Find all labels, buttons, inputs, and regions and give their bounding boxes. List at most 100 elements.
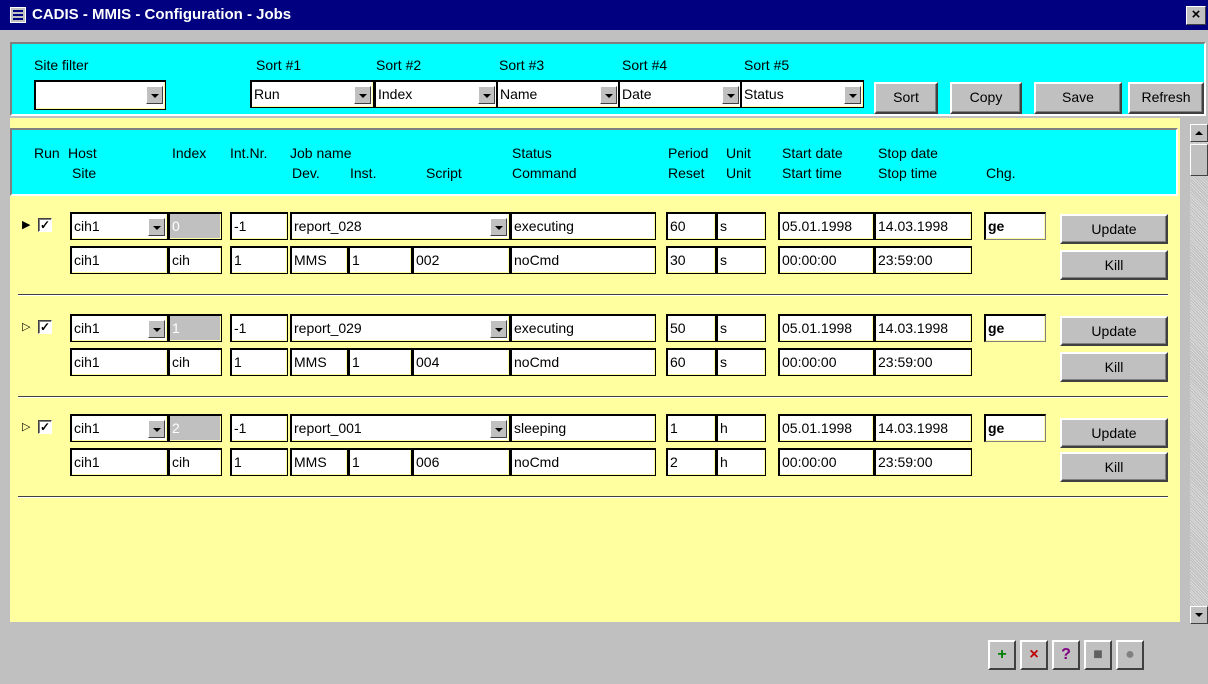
update-button[interactable]: Update [1060, 214, 1168, 244]
command-field[interactable]: noCmd [510, 448, 656, 476]
int-nr2-field[interactable]: 1 [230, 348, 288, 376]
site-code-field[interactable]: cih [168, 246, 222, 274]
int-nr2-field[interactable]: 1 [230, 448, 288, 476]
col-script: Script [426, 165, 462, 181]
start-date-field[interactable]: 05.01.1998 [778, 212, 874, 240]
reset-unit-field[interactable]: s [716, 246, 766, 274]
scroll-thumb[interactable] [1190, 144, 1208, 176]
scroll-up-icon[interactable] [1190, 124, 1208, 142]
job-name-select[interactable]: report_029 [290, 314, 510, 342]
vertical-scrollbar[interactable] [1190, 124, 1208, 624]
stop-time-field[interactable]: 23:59:00 [874, 448, 972, 476]
sort4-select[interactable]: Date [618, 80, 742, 108]
run-checkbox[interactable]: ✓ [38, 420, 52, 434]
period-unit-field[interactable]: s [716, 212, 766, 240]
col-reset-unit: Unit [726, 165, 751, 181]
dev-field[interactable]: MMS [290, 448, 348, 476]
stop-time-field[interactable]: 23:59:00 [874, 246, 972, 274]
stop-date-field[interactable]: 14.03.1998 [874, 212, 972, 240]
kill-button[interactable]: Kill [1060, 352, 1168, 382]
host-select[interactable]: cih1 [70, 212, 168, 240]
stop-icon[interactable]: ■ [1084, 640, 1112, 670]
dev-field[interactable]: MMS [290, 246, 348, 274]
command-field[interactable]: noCmd [510, 246, 656, 274]
site-code-field[interactable]: cih [168, 448, 222, 476]
sort4-label: Sort #4 [622, 57, 668, 73]
inst-field[interactable]: 1 [348, 246, 412, 274]
script-field[interactable]: 004 [412, 348, 510, 376]
host-select[interactable]: cih1 [70, 414, 168, 442]
row-separator [18, 496, 1168, 498]
job-name-select[interactable]: report_028 [290, 212, 510, 240]
update-button[interactable]: Update [1060, 316, 1168, 346]
chg-field[interactable]: ge [984, 314, 1046, 342]
start-time-field[interactable]: 00:00:00 [778, 448, 874, 476]
int-nr2-field[interactable]: 1 [230, 246, 288, 274]
site-code-field[interactable]: cih [168, 348, 222, 376]
reset-field[interactable]: 60 [666, 348, 716, 376]
site-field[interactable]: cih1 [70, 246, 168, 274]
copy-button[interactable]: Copy [950, 82, 1022, 114]
title-bar: CADIS - MMIS - Configuration - Jobs × [0, 0, 1208, 30]
chg-field[interactable]: ge [984, 414, 1046, 442]
start-time-field[interactable]: 00:00:00 [778, 246, 874, 274]
inst-field[interactable]: 1 [348, 348, 412, 376]
sort5-select[interactable]: Status [740, 80, 864, 108]
status-field[interactable]: executing [510, 212, 656, 240]
run-checkbox[interactable]: ✓ [38, 218, 52, 232]
start-date-field[interactable]: 05.01.1998 [778, 314, 874, 342]
query-icon[interactable]: ? [1052, 640, 1080, 670]
close-button[interactable]: × [1186, 6, 1206, 25]
period-field[interactable]: 50 [666, 314, 716, 342]
site-filter-label: Site filter [34, 57, 89, 73]
run-checkbox[interactable]: ✓ [38, 320, 52, 334]
command-field[interactable]: noCmd [510, 348, 656, 376]
scroll-down-icon[interactable] [1190, 606, 1208, 624]
dev-field[interactable]: MMS [290, 348, 348, 376]
refresh-button[interactable]: Refresh [1128, 82, 1204, 114]
kill-button[interactable]: Kill [1060, 250, 1168, 280]
window-menu-icon[interactable] [10, 7, 26, 23]
sort1-select[interactable]: Run [250, 80, 374, 108]
start-time-field[interactable]: 00:00:00 [778, 348, 874, 376]
script-field[interactable]: 002 [412, 246, 510, 274]
stop-date-field[interactable]: 14.03.1998 [874, 414, 972, 442]
stop-date-field[interactable]: 14.03.1998 [874, 314, 972, 342]
inst-field[interactable]: 1 [348, 448, 412, 476]
job-name-select[interactable]: report_001 [290, 414, 510, 442]
row-pointer-icon: ▷ [22, 421, 31, 433]
int-nr-field[interactable]: -1 [230, 414, 288, 442]
col-int-nr: Int.Nr. [230, 145, 268, 161]
col-reset: Reset [668, 165, 705, 181]
period-unit-field[interactable]: h [716, 414, 766, 442]
delete-job-icon[interactable]: × [1020, 640, 1048, 670]
site-field[interactable]: cih1 [70, 348, 168, 376]
save-button[interactable]: Save [1034, 82, 1122, 114]
status-field[interactable]: executing [510, 314, 656, 342]
reset-field[interactable]: 30 [666, 246, 716, 274]
site-field[interactable]: cih1 [70, 448, 168, 476]
int-nr-field[interactable]: -1 [230, 314, 288, 342]
update-button[interactable]: Update [1060, 418, 1168, 448]
sort2-select[interactable]: Index [374, 80, 498, 108]
status-field[interactable]: sleeping [510, 414, 656, 442]
period-field[interactable]: 1 [666, 414, 716, 442]
period-field[interactable]: 60 [666, 212, 716, 240]
sort-button[interactable]: Sort [874, 82, 938, 114]
col-chg: Chg. [986, 165, 1016, 181]
host-select[interactable]: cih1 [70, 314, 168, 342]
period-unit-field[interactable]: s [716, 314, 766, 342]
kill-button[interactable]: Kill [1060, 452, 1168, 482]
col-start-date: Start date [782, 145, 843, 161]
script-field[interactable]: 006 [412, 448, 510, 476]
stop-time-field[interactable]: 23:59:00 [874, 348, 972, 376]
reset-field[interactable]: 2 [666, 448, 716, 476]
start-date-field[interactable]: 05.01.1998 [778, 414, 874, 442]
add-job-icon[interactable]: + [988, 640, 1016, 670]
site-filter-select[interactable] [34, 80, 166, 110]
reset-unit-field[interactable]: h [716, 448, 766, 476]
reset-unit-field[interactable]: s [716, 348, 766, 376]
chg-field[interactable]: ge [984, 212, 1046, 240]
int-nr-field[interactable]: -1 [230, 212, 288, 240]
sort3-select[interactable]: Name [496, 80, 620, 108]
